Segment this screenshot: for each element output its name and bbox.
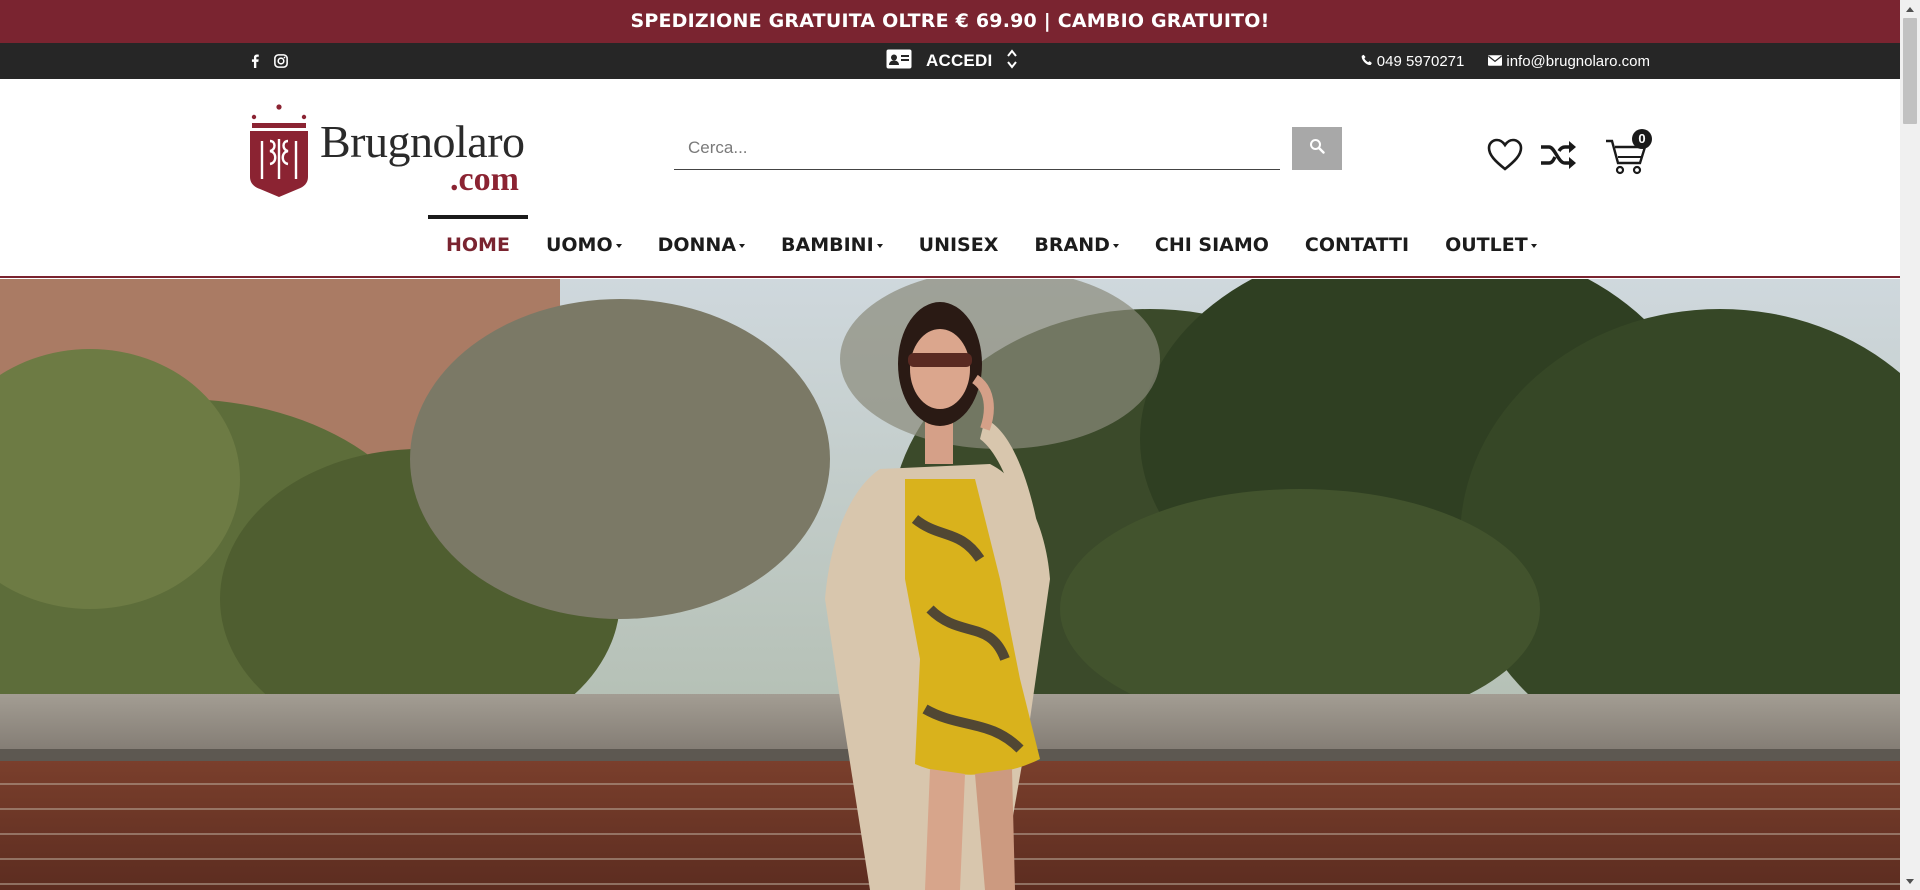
scroll-up-arrow-icon[interactable] <box>1900 0 1920 17</box>
facebook-icon[interactable] <box>250 54 260 68</box>
nav-item-donna[interactable]: DONNA <box>640 215 763 275</box>
email-address: info@brugnolaro.com <box>1506 52 1650 70</box>
sort-arrows-icon <box>1006 48 1018 75</box>
caret-down-icon <box>739 244 746 248</box>
nav-label: UOMO <box>545 234 613 256</box>
main-navigation: HOME UOMO DONNA BAMBINI UNISEX BRAND CHI… <box>0 215 1900 275</box>
header-divider <box>0 276 1900 278</box>
logo-suffix: .com <box>450 161 519 198</box>
nav-item-contatti[interactable]: CONTATTI <box>1287 215 1427 275</box>
nav-label: BRAND <box>1034 234 1110 256</box>
nav-item-home[interactable]: HOME <box>428 215 528 275</box>
instagram-icon[interactable] <box>274 54 288 68</box>
caret-down-icon <box>1530 244 1537 248</box>
scroll-down-arrow-icon[interactable] <box>1900 873 1920 890</box>
cart-count-badge: 0 <box>1632 129 1652 149</box>
envelope-icon <box>1488 53 1503 70</box>
top-bar: ACCEDI 049 5970271 info@brugnolaro.com <box>0 43 1900 79</box>
phone-icon <box>1361 53 1373 70</box>
promo-text: SPEDIZIONE GRATUITA OLTRE € 69.90 | CAMB… <box>630 10 1270 32</box>
nav-item-outlet[interactable]: OUTLET <box>1427 215 1555 275</box>
phone-contact[interactable]: 049 5970271 <box>1361 52 1465 70</box>
phone-number: 049 5970271 <box>1376 52 1465 70</box>
nav-label: CHI SIAMO <box>1154 234 1269 256</box>
site-logo[interactable]: Brugnolaro .com <box>248 103 538 203</box>
nav-label: OUTLET <box>1445 234 1528 256</box>
hero-image <box>0 279 1900 890</box>
nav-item-bambini[interactable]: BAMBINI <box>763 215 901 275</box>
caret-down-icon <box>876 244 883 248</box>
social-links <box>250 43 288 79</box>
crest-icon <box>250 104 308 197</box>
search-icon <box>1309 138 1325 159</box>
nav-item-chi-siamo[interactable]: CHI SIAMO <box>1137 215 1287 275</box>
scroll-thumb[interactable] <box>1903 18 1917 124</box>
login-dropdown[interactable]: ACCEDI <box>886 43 1018 79</box>
shuffle-icon[interactable] <box>1538 137 1578 173</box>
nav-label: HOME <box>446 234 510 256</box>
nav-item-unisex[interactable]: UNISEX <box>901 215 1017 275</box>
search-button[interactable] <box>1292 127 1342 170</box>
nav-label: UNISEX <box>918 234 999 256</box>
header-actions: 0 <box>1486 129 1652 175</box>
nav-item-uomo[interactable]: UOMO <box>528 215 640 275</box>
email-contact[interactable]: info@brugnolaro.com <box>1488 53 1650 70</box>
heart-icon[interactable] <box>1486 137 1524 173</box>
promo-banner: SPEDIZIONE GRATUITA OLTRE € 69.90 | CAMB… <box>0 0 1900 43</box>
search-bar <box>674 127 1342 170</box>
contact-info: 049 5970271 info@brugnolaro.com <box>1361 43 1650 79</box>
nav-label: BAMBINI <box>781 234 874 256</box>
page-scrollbar[interactable] <box>1900 0 1920 890</box>
caret-down-icon <box>1112 244 1119 248</box>
nav-list: HOME UOMO DONNA BAMBINI UNISEX BRAND CHI… <box>428 215 1555 275</box>
nav-label: DONNA <box>657 234 737 256</box>
nav-item-brand[interactable]: BRAND <box>1016 215 1137 275</box>
id-card-icon <box>886 49 912 74</box>
search-input[interactable] <box>674 127 1280 170</box>
site-header: Brugnolaro .com 0 HOME UOMO DONNA BAMBIN… <box>0 79 1900 278</box>
cart-icon[interactable]: 0 <box>1604 129 1652 175</box>
login-label[interactable]: ACCEDI <box>926 51 992 71</box>
hero-banner[interactable] <box>0 279 1900 890</box>
nav-label: CONTATTI <box>1304 234 1410 256</box>
caret-down-icon <box>615 244 622 248</box>
